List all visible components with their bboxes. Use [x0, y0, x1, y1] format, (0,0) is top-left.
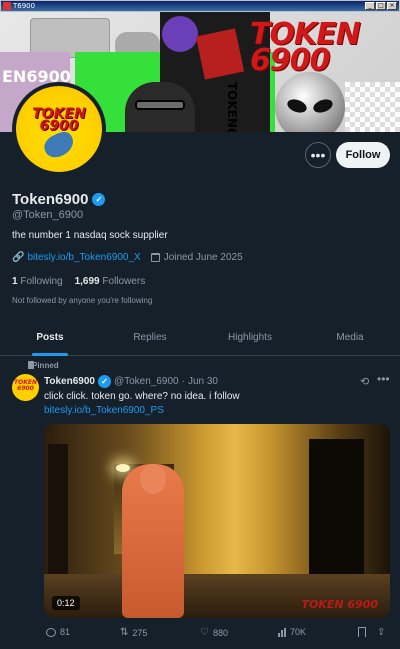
close-button[interactable]: × [387, 2, 397, 10]
pin-icon [28, 361, 34, 369]
followers-label: Followers [102, 276, 146, 287]
video-watermark: TOKEN 6900 [301, 598, 378, 611]
profile-tabs: Posts Replies Highlights Media [0, 320, 400, 356]
followers-count: 1,699 [74, 276, 100, 287]
not-followed-notice: Not followed by anyone you're following [12, 296, 153, 305]
post-header: Token6900 ✓ @Token_6900 · Jun 30 [44, 375, 218, 388]
repost-icon: ⇅ [120, 627, 129, 638]
like-button[interactable]: ♡ 880 [200, 627, 228, 638]
repost-button[interactable]: ⇅ 275 [120, 627, 147, 638]
post-video[interactable]: 0:12 TOKEN 6900 [44, 424, 390, 618]
tab-media[interactable]: Media [300, 320, 400, 355]
post-avatar-logo-text: TOKEN 6900 [14, 379, 37, 392]
like-count: 880 [212, 627, 228, 638]
video-floor [44, 574, 390, 618]
tab-posts[interactable]: Posts [0, 320, 100, 356]
share-button[interactable]: ⇪ [377, 627, 385, 638]
glasses-image [135, 100, 185, 110]
checker-pattern [345, 82, 400, 132]
video-person-hood [140, 464, 166, 494]
bookmark-button[interactable] [358, 627, 366, 637]
profile-avatar[interactable]: TOKEN 6900 [12, 82, 106, 176]
following-stat[interactable]: 1 Following [12, 276, 63, 287]
post-link[interactable]: bitesly.io/b_Token6900_PS [44, 405, 164, 416]
post-verified-badge-icon: ✓ [97, 375, 111, 388]
grok-icon[interactable]: ⟲ [360, 375, 369, 388]
profile-handle: @Token_6900 [12, 209, 84, 221]
profile-website-link[interactable]: bitesly.io/b_Token6900_X [27, 252, 140, 263]
views-icon [278, 627, 286, 637]
heart-icon: ♡ [200, 627, 209, 638]
app-logo-icon [3, 2, 11, 10]
banner-token-text: TOKEN 6900 [250, 17, 361, 78]
share-icon: ⇪ [377, 627, 386, 638]
profile-name-row: Token6900 ✓ [12, 191, 106, 208]
post-author-handle[interactable]: @Token_6900 [114, 376, 179, 387]
avatar-logo-text: TOKEN 6900 [32, 106, 86, 134]
tab-replies[interactable]: Replies [100, 320, 200, 355]
video-ceiling-light [116, 464, 130, 472]
link-icon: 🔗 [12, 252, 25, 263]
follow-stats: 1 Following 1,699 Followers [12, 276, 145, 287]
views-button[interactable]: 70K [278, 627, 306, 637]
banner-vertical-text: TOKEN6 [225, 82, 239, 132]
tab-highlights[interactable]: Highlights [200, 320, 300, 355]
post-more-icon[interactable]: ••• [377, 372, 390, 386]
post-date[interactable]: Jun 30 [188, 376, 218, 387]
maximize-button[interactable]: □ [376, 2, 386, 10]
following-label: Following [20, 276, 63, 287]
post-author-avatar[interactable]: TOKEN 6900 [12, 374, 39, 401]
post-actions: 81 ⇅ 275 ♡ 880 70K ⇪ [44, 627, 390, 641]
following-count: 1 [12, 276, 18, 287]
pinned-indicator: Pinned [28, 361, 59, 370]
profile-bio: the number 1 nasdaq sock supplier [12, 230, 168, 241]
avatar-image: TOKEN 6900 [16, 86, 102, 172]
profile-meta: 🔗 bitesly.io/b_Token6900_X Joined June 2… [12, 252, 243, 263]
minimize-button[interactable]: _ [365, 2, 375, 10]
display-name: Token6900 [12, 191, 89, 208]
repost-count: 275 [132, 627, 148, 638]
joined-date: Joined June 2025 [163, 252, 243, 263]
reply-icon [46, 627, 56, 637]
pinned-label: Pinned [32, 361, 59, 370]
more-options-button[interactable]: ••• [305, 142, 331, 168]
video-duration: 0:12 [52, 596, 80, 610]
window-titlebar: T6900 _ □ × [0, 0, 400, 12]
post-text: click click. token go. where? no idea. i… [44, 391, 240, 402]
followers-stat[interactable]: 1,699 Followers [75, 276, 146, 287]
bookmark-icon [358, 627, 366, 637]
calendar-icon [150, 253, 160, 262]
purple-badge-image [162, 16, 198, 52]
views-count: 70K [290, 627, 307, 637]
post-author-name[interactable]: Token6900 [44, 376, 95, 387]
reply-button[interactable]: 81 [46, 627, 70, 637]
follow-button[interactable]: Follow [336, 142, 390, 168]
reply-count: 81 [60, 627, 71, 637]
verified-badge-icon[interactable]: ✓ [92, 193, 106, 206]
post-separator: · [181, 376, 185, 387]
